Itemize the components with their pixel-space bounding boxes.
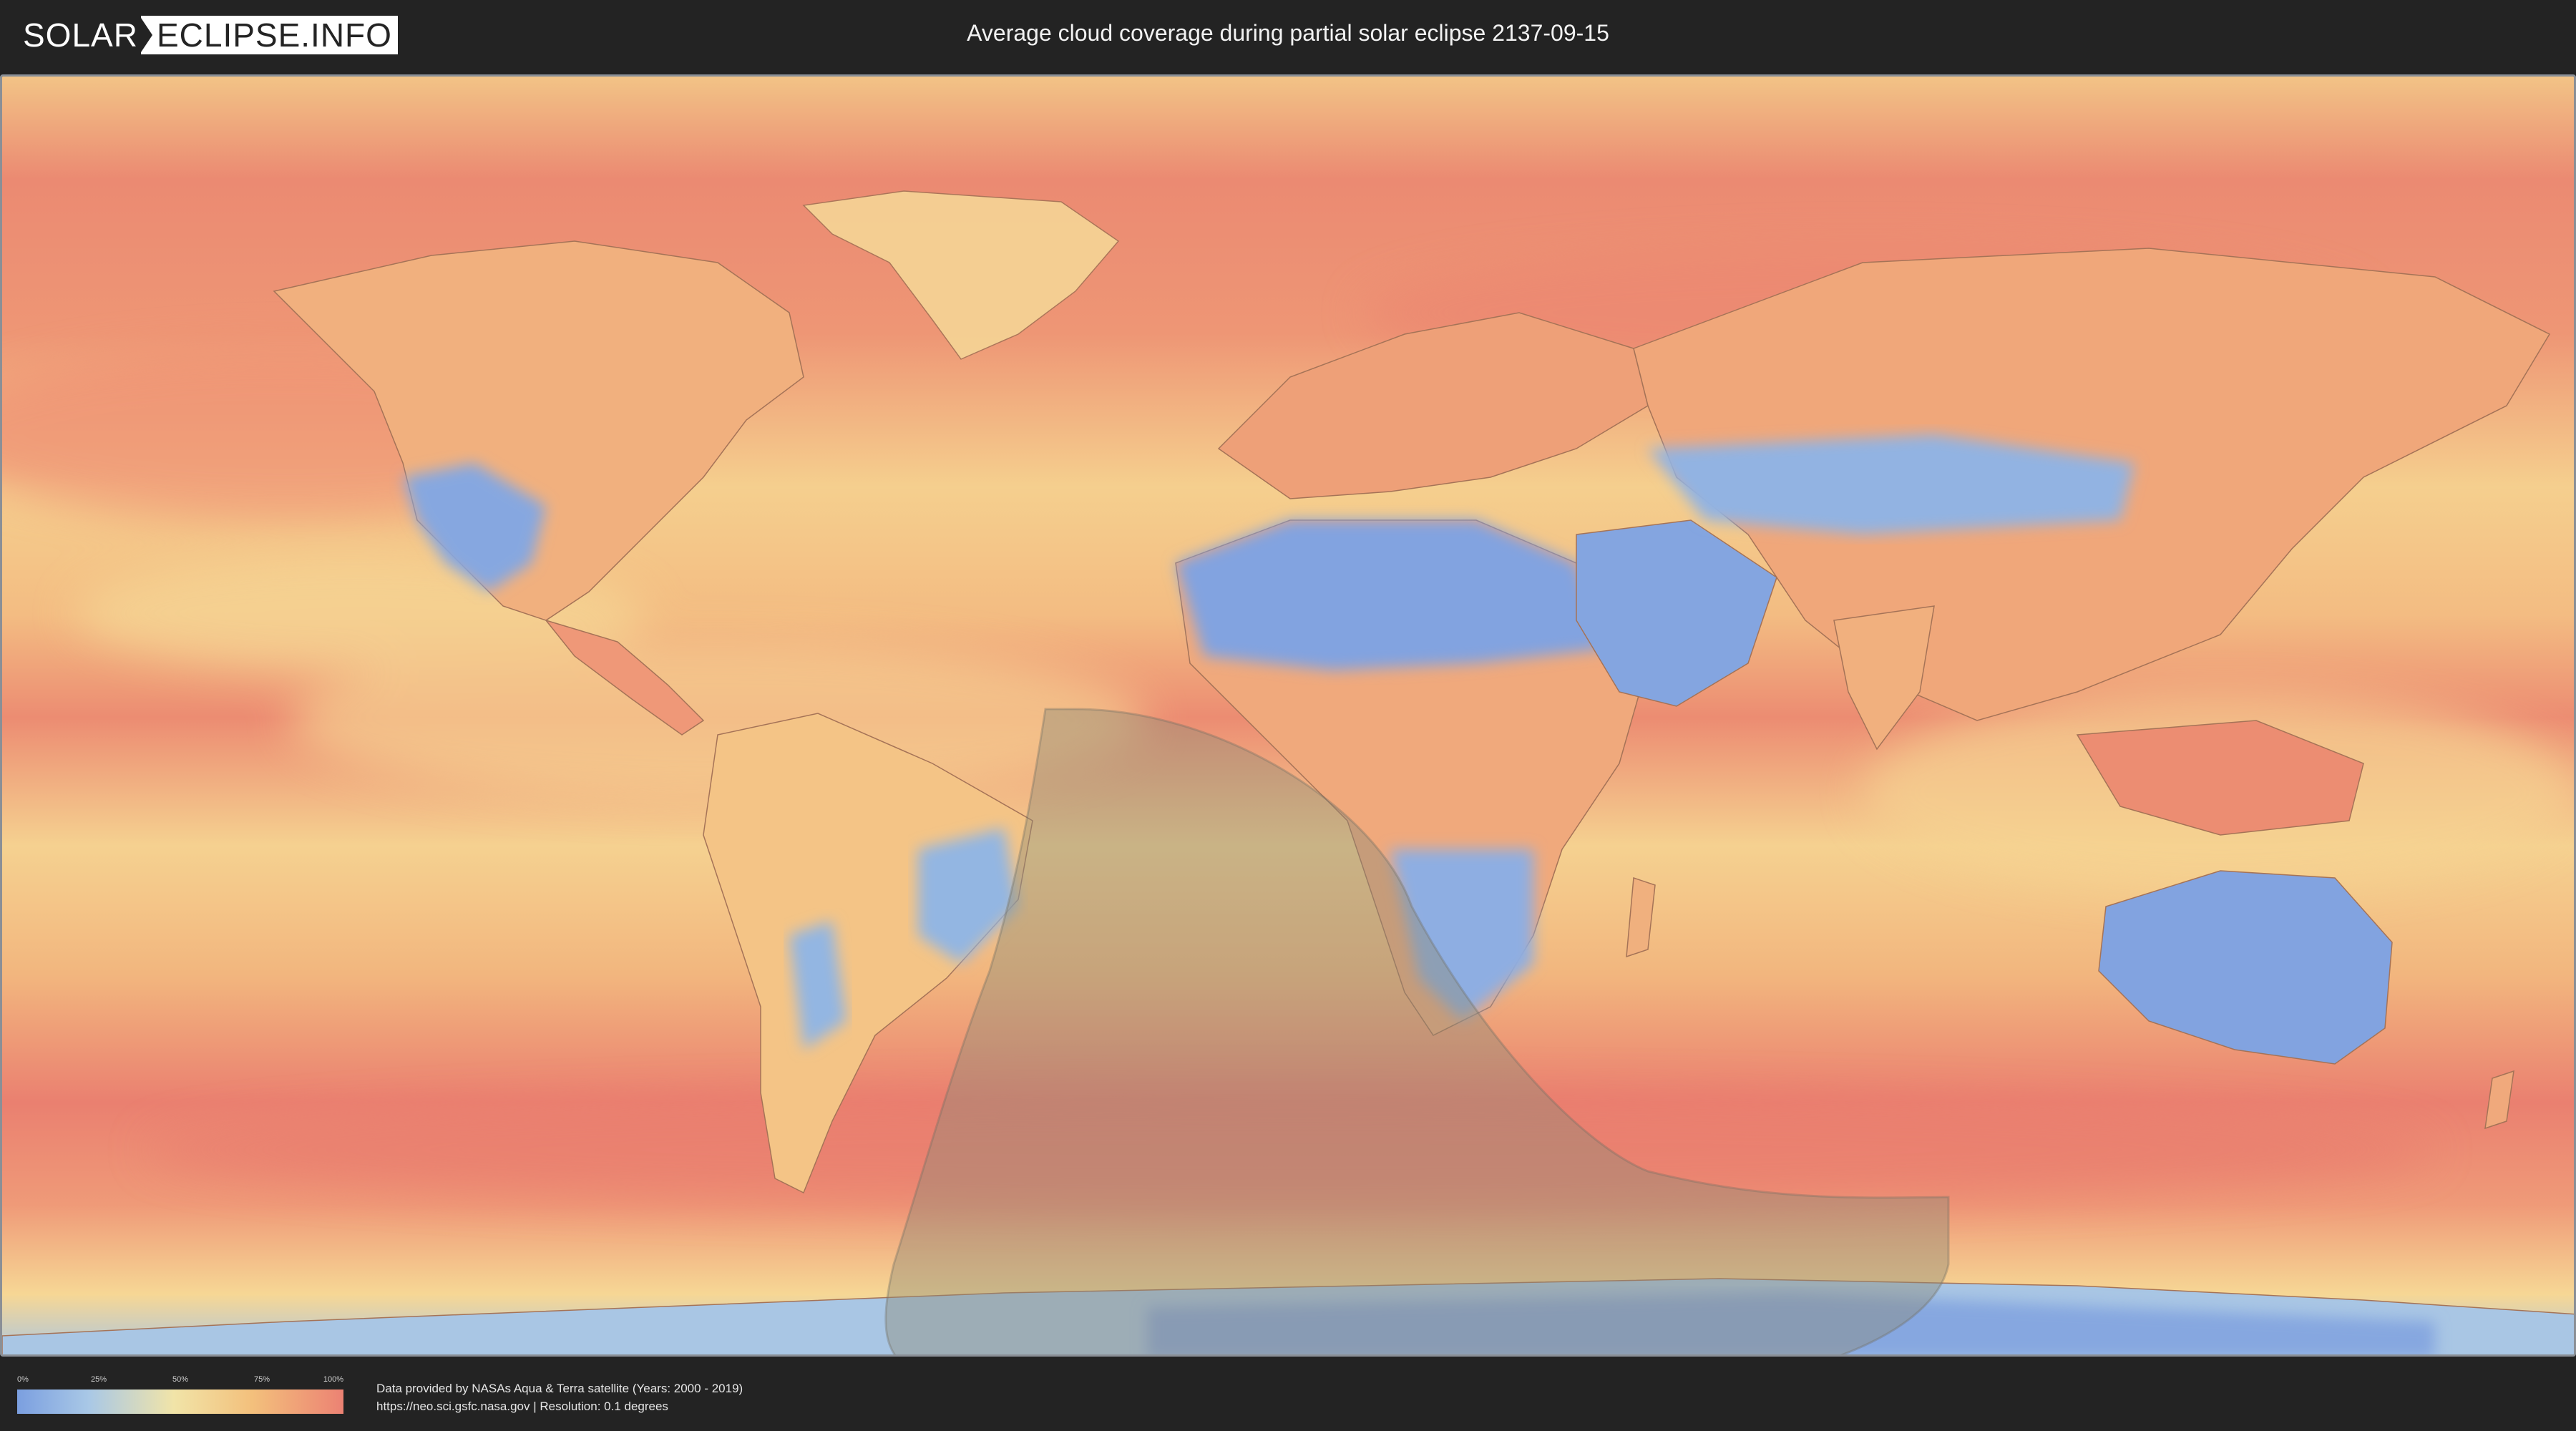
legend-tick-25: 25% xyxy=(90,1375,107,1384)
legend-tick-0: 0% xyxy=(17,1375,29,1384)
legend-tick-50: 50% xyxy=(172,1375,189,1384)
legend-tick-100: 100% xyxy=(323,1375,343,1384)
map-canvas xyxy=(2,77,2574,1354)
credits-line-2: https://neo.sci.gsfc.nasa.gov | Resoluti… xyxy=(376,1400,668,1413)
legend-color-bar xyxy=(17,1390,343,1414)
legend-ticks: 0% 25% 50% 75% 100% xyxy=(17,1375,343,1387)
data-credits: Data provided by NASAs Aqua & Terra sate… xyxy=(376,1379,743,1415)
page-title: Average cloud coverage during partial so… xyxy=(967,20,1609,46)
cloud-coverage-legend: 0% 25% 50% 75% 100% xyxy=(17,1375,343,1414)
credits-line-1: Data provided by NASAs Aqua & Terra sate… xyxy=(376,1382,743,1395)
header-bar: SOLAR ECLIPSE.INFO Average cloud coverag… xyxy=(0,0,2576,72)
legend-tick-75: 75% xyxy=(253,1375,270,1384)
cloud-coverage-map[interactable] xyxy=(0,74,2576,1357)
footer-bar: 0% 25% 50% 75% 100% Data provided by NAS… xyxy=(0,1359,2576,1431)
